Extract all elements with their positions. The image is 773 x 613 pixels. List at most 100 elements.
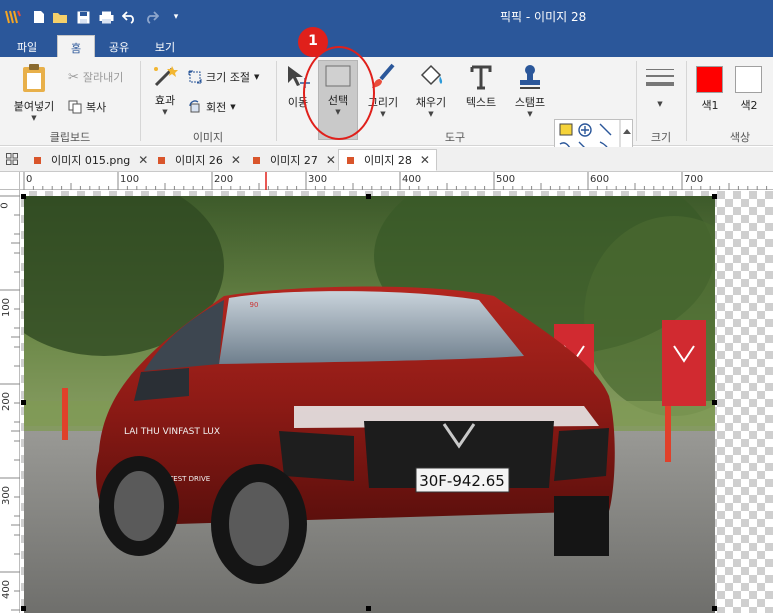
text-label: 텍스트 [465, 96, 497, 109]
ruler-label: 100 [120, 174, 140, 185]
rotate-label: 회전 [206, 101, 227, 114]
close-icon[interactable]: ✕ [420, 153, 430, 167]
text-button[interactable]: 텍스트 [458, 63, 504, 110]
stamp-label: 스탬프 [514, 96, 546, 109]
resize-icon [188, 70, 202, 84]
rotate-icon [189, 100, 200, 113]
rotate-button[interactable]: 회전 ▼ [188, 99, 236, 115]
document-tabs: 이미지 015.png ✕ 이미지 26 ✕ 이미지 27 ✕ 이미지 28 ✕ [0, 147, 773, 172]
line-width-icon [646, 69, 674, 86]
group-separator [686, 61, 687, 141]
annotation-circle [303, 46, 375, 140]
ruler-label: 100 [1, 297, 13, 318]
ruler-label: 700 [684, 174, 704, 185]
ruler-corner [0, 172, 20, 190]
tab-home[interactable]: 홈 [57, 35, 95, 57]
stamp-button[interactable]: 스탬프 ▼ [508, 63, 552, 118]
size-group-label: 크기 [650, 131, 672, 144]
cut-button[interactable]: ✂ 잘라내기 [68, 69, 123, 85]
window-title: 픽픽 - 이미지 28 [500, 10, 587, 24]
tab-marker-icon [347, 156, 354, 164]
undo-icon[interactable] [121, 8, 137, 26]
horizontal-ruler: 0 100 200 300 400 500 600 700 [20, 172, 773, 190]
image-group-label: 이미지 [192, 131, 224, 144]
grid-view-icon[interactable] [6, 153, 18, 168]
doc-tab-label: 이미지 015.png [51, 154, 131, 167]
resize-button[interactable]: 크기 조절 ▼ [188, 69, 259, 85]
color2-label: 색2 [740, 99, 758, 112]
resize-handle[interactable] [366, 606, 371, 611]
doc-tab-label: 이미지 26 [175, 154, 223, 167]
chevron-down-icon: ▼ [657, 100, 663, 108]
color2-swatch[interactable] [735, 66, 762, 93]
print-icon[interactable] [98, 8, 114, 26]
color-group-label: 색상 [729, 131, 751, 144]
effects-label: 효과 [154, 94, 176, 107]
magic-wand-icon [154, 66, 178, 87]
license-plate-text: 30F-942.65 [419, 472, 505, 490]
copy-button[interactable]: 복사 [68, 99, 106, 115]
doc-tab[interactable]: 이미지 27 ✕ [245, 149, 336, 171]
ribbon-tabs: 파일 홈 공유 보기 [0, 33, 773, 57]
chevron-down-icon: ▼ [31, 114, 37, 122]
ruler-label: 0 [26, 174, 33, 185]
ruler-label: 300 [1, 485, 13, 506]
text-icon [470, 65, 492, 90]
new-file-icon[interactable] [32, 8, 46, 26]
tab-file[interactable]: 파일 [8, 35, 46, 57]
paint-bucket-icon [420, 64, 443, 86]
ruler-label: 400 [1, 579, 13, 600]
size-button[interactable]: ▼ [640, 67, 680, 108]
resize-handle[interactable] [21, 606, 26, 611]
tab-view[interactable]: 보기 [146, 35, 184, 57]
ruler-label: 200 [214, 174, 234, 185]
tab-share[interactable]: 공유 [100, 35, 138, 57]
vertical-ruler: 0 100 200 300 400 [0, 190, 20, 613]
door-text-2: TEST DRIVE [168, 475, 210, 483]
stamp-icon [520, 65, 540, 89]
resize-handle[interactable] [21, 400, 26, 405]
resize-handle[interactable] [366, 194, 371, 199]
car-photo[interactable]: 30F-942.65 90 LAI THU VINFAST LUX TEST D… [24, 196, 715, 613]
effects-button[interactable]: 효과 ▼ [146, 63, 184, 116]
redo-icon[interactable] [143, 8, 159, 26]
clipboard-icon [23, 64, 45, 92]
color1-swatch[interactable] [696, 66, 723, 93]
doc-tab-label: 이미지 27 [270, 154, 318, 167]
chevron-down-icon: ▼ [253, 73, 260, 81]
close-icon[interactable]: ✕ [231, 153, 241, 167]
fill-label: 채우기 [415, 96, 447, 109]
customize-icon[interactable]: ▾ [170, 8, 182, 26]
door-text: LAI THU VINFAST LUX [124, 427, 220, 437]
clipboard-group-label: 클립보드 [49, 131, 91, 144]
cut-label: 잘라내기 [82, 71, 124, 84]
doc-tab-active[interactable]: 이미지 28 ✕ [338, 149, 437, 171]
tab-marker-icon [34, 156, 41, 164]
resize-handle[interactable] [712, 194, 717, 199]
doc-tab[interactable]: 이미지 26 ✕ [150, 149, 241, 171]
resize-handle[interactable] [712, 400, 717, 405]
ruler-label: 300 [308, 174, 328, 185]
paste-button[interactable]: 붙여넣기 ▼ [8, 63, 60, 122]
banner [662, 320, 706, 406]
open-folder-icon[interactable] [52, 8, 68, 26]
chevron-down-icon: ▼ [230, 103, 236, 111]
scissors-icon: ✂ [68, 69, 79, 85]
ruler-label: 600 [590, 174, 610, 185]
resize-handle[interactable] [712, 606, 717, 611]
doc-tab[interactable]: 이미지 015.png ✕ [26, 149, 148, 171]
ruler-label: 500 [496, 174, 516, 185]
copy-icon [68, 100, 82, 114]
logo-icon [4, 8, 22, 26]
chevron-down-icon: ▼ [162, 108, 168, 116]
copy-label: 복사 [86, 101, 107, 114]
chevron-down-icon: ▼ [428, 110, 434, 118]
fill-button[interactable]: 채우기 ▼ [410, 63, 452, 118]
save-icon[interactable] [76, 8, 90, 26]
resize-handle[interactable] [21, 194, 26, 199]
windshield-sticker: 90 [250, 301, 259, 309]
title-bar: ▾ 픽픽 - 이미지 28 [0, 0, 773, 33]
close-icon[interactable]: ✕ [326, 153, 336, 167]
tab-marker-icon [158, 156, 165, 164]
close-icon[interactable]: ✕ [138, 153, 148, 167]
